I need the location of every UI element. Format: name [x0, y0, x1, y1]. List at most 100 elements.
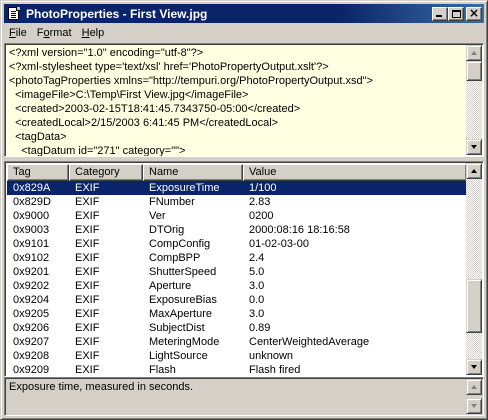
name-cell: LightSource [149, 350, 208, 362]
category-cell: EXIF [75, 224, 100, 236]
title-bar[interactable]: PhotoProperties - First View.jpg × [4, 4, 484, 23]
category-cell: EXIF [75, 210, 100, 222]
table-row[interactable]: 0x829A EXIF ExposureTime 1/100 [7, 181, 467, 195]
column-header-tag[interactable]: Tag [7, 164, 69, 181]
category-cell: EXIF [75, 308, 100, 320]
close-button[interactable]: × [466, 5, 482, 21]
category-cell: EXIF [69, 181, 143, 195]
xml-line: <created>2003-02-15T18:41:45.7343750-05:… [9, 103, 301, 115]
category-cell: EXIF [75, 294, 100, 306]
category-cell: EXIF [75, 280, 100, 292]
name-cell: Flash [149, 364, 176, 376]
tag-cell: 0x9202 [13, 280, 50, 292]
value-cell: 3.0 [249, 280, 265, 292]
arrow-up-icon [471, 51, 477, 55]
table-row[interactable]: 0x9202 EXIF Aperture 3.0 [7, 279, 467, 293]
name-cell: ShutterSpeed [149, 266, 217, 278]
table-row[interactable]: 0x9101 EXIF CompConfig 01-02-03-00 [7, 237, 467, 251]
table-row[interactable]: 0x9204 EXIF ExposureBias 0.0 [7, 293, 467, 307]
scroll-up-button[interactable] [466, 45, 482, 61]
name-cell: CompBPP [149, 252, 201, 264]
list-header: Tag Category Name Value [7, 164, 467, 181]
tag-description: Exposure time, measured in seconds. [9, 381, 194, 393]
tag-cell: 0x9205 [13, 308, 50, 320]
close-icon: × [468, 5, 480, 20]
category-cell: EXIF [75, 238, 100, 250]
value-cell: CenterWeightedAverage [249, 336, 370, 348]
maximize-button[interactable] [448, 6, 464, 21]
arrow-down-icon [471, 404, 477, 408]
description-scrollbar[interactable] [466, 379, 482, 414]
table-row[interactable]: 0x9207 EXIF MeteringMode CenterWeightedAver… [7, 335, 467, 349]
maximize-icon [452, 9, 461, 18]
xml-output-pane[interactable]: <?xml version="1.0" encoding="utf-8"?> <… [4, 43, 484, 157]
value-cell: 2000:08:16 18:16:58 [249, 224, 350, 236]
table-row[interactable]: 0x9205 EXIF MaxAperture 3.0 [7, 307, 467, 321]
menu-format[interactable]: Format [32, 24, 77, 42]
table-row[interactable]: 0x9209 EXIF Flash Flash fired [7, 363, 467, 376]
name-cell: FNumber [149, 196, 195, 208]
table-row[interactable]: 0x829D EXIF FNumber 2.83 [7, 195, 467, 209]
list-scrollbar[interactable] [466, 163, 482, 375]
xml-scrollbar[interactable] [466, 45, 482, 155]
tag-cell: 0x9208 [13, 350, 50, 362]
xml-line: <tagData> [9, 131, 67, 143]
category-cell: EXIF [75, 350, 100, 362]
column-header-category[interactable]: Category [69, 164, 143, 181]
scroll-thumb[interactable] [466, 61, 482, 81]
tag-cell: 0x829D [13, 196, 51, 208]
category-cell: EXIF [75, 252, 100, 264]
name-cell: Ver [149, 210, 166, 222]
description-pane[interactable]: Exposure time, measured in seconds. [4, 377, 484, 416]
name-cell: MaxAperture [149, 308, 212, 320]
name-cell: CompConfig [149, 238, 211, 250]
tag-cell: 0x9101 [13, 238, 50, 250]
table-row[interactable]: 0x9201 EXIF ShutterSpeed 5.0 [7, 265, 467, 279]
window-title: PhotoProperties - First View.jpg [26, 6, 208, 21]
table-row[interactable]: 0x9102 EXIF CompBPP 2.4 [7, 251, 467, 265]
menu-help[interactable]: Help [77, 24, 110, 42]
value-cell: unknown [249, 350, 294, 362]
tag-cell: 0x9206 [13, 322, 50, 334]
list-rows: 0x829A EXIF ExposureTime 1/100 0x829D EXIF FNu… [7, 181, 467, 376]
scroll-thumb[interactable] [466, 279, 482, 333]
name-cell: MeteringMode [149, 336, 220, 348]
table-row[interactable]: 0x9208 EXIF LightSource unknown [7, 349, 467, 363]
tag-cell: 0x9201 [13, 266, 50, 278]
category-cell: EXIF [75, 196, 100, 208]
tag-list-view[interactable]: Tag Category Name Value 0x829A EXIF Exposu… [4, 161, 484, 377]
xml-line: <?xml version="1.0" encoding="utf-8"?> [9, 47, 204, 59]
scroll-down-button[interactable] [466, 398, 482, 414]
column-header-name[interactable]: Name [143, 164, 243, 181]
name-cell: Aperture [149, 280, 192, 292]
column-header-value[interactable]: Value [243, 164, 467, 181]
xml-line: <createdLocal>2/15/2003 6:41:45 PM</crea… [9, 117, 279, 129]
tag-cell: 0x9209 [13, 364, 50, 376]
value-cell: 0200 [249, 210, 274, 222]
scroll-down-button[interactable] [466, 139, 482, 155]
tag-cell: 0x9000 [13, 210, 50, 222]
arrow-down-icon [471, 365, 477, 369]
value-cell: 1/100 [243, 181, 467, 195]
tag-cell: 0x9003 [13, 224, 50, 236]
scroll-up-button[interactable] [466, 163, 482, 179]
minimize-button[interactable] [432, 6, 448, 21]
name-cell: ExposureTime [143, 181, 243, 195]
table-row[interactable]: 0x9000 EXIF Ver 0200 [7, 209, 467, 223]
category-cell: EXIF [75, 322, 100, 334]
value-cell: Flash fired [249, 364, 301, 376]
category-cell: EXIF [75, 336, 100, 348]
menu-file[interactable]: File [4, 24, 32, 42]
document-icon[interactable] [6, 6, 22, 22]
table-row[interactable]: 0x9206 EXIF SubjectDist 0.89 [7, 321, 467, 335]
value-cell: 2.83 [249, 196, 271, 208]
scroll-up-button[interactable] [466, 379, 482, 395]
arrow-up-icon [471, 169, 477, 173]
name-cell: SubjectDist [149, 322, 205, 334]
tag-cell: 0x9204 [13, 294, 50, 306]
scroll-down-button[interactable] [466, 359, 482, 375]
tag-cell: 0x9102 [13, 252, 50, 264]
category-cell: EXIF [75, 266, 100, 278]
table-row[interactable]: 0x9003 EXIF DTOrig 2000:08:16 18:16:58 [7, 223, 467, 237]
value-cell: 01-02-03-00 [249, 238, 309, 250]
